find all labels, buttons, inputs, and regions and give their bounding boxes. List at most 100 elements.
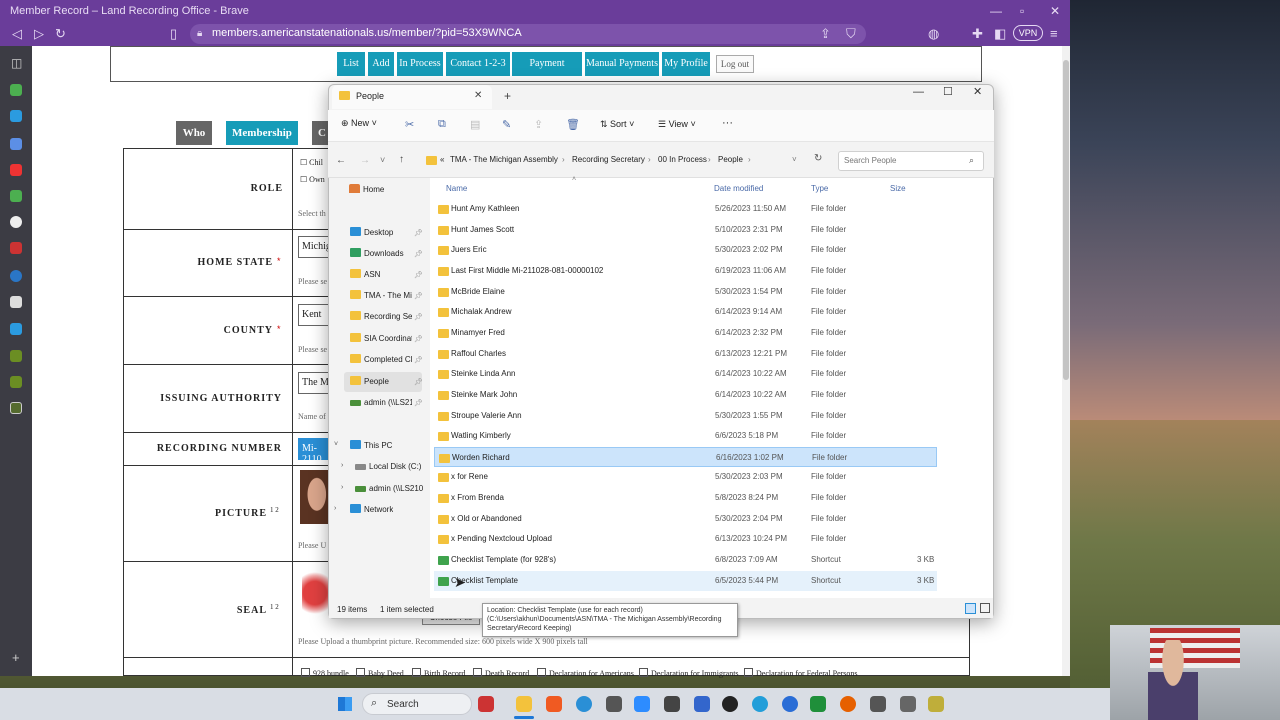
sidebar-add-icon[interactable]: + — [12, 650, 20, 665]
new-button[interactable]: ⊕ New ˅ — [341, 118, 377, 129]
logout-button[interactable]: Log out — [716, 55, 754, 73]
forward-icon[interactable]: ▷ — [34, 26, 44, 42]
app-icon[interactable] — [664, 696, 680, 712]
file-row[interactable]: x Pending Nextcloud Upload 6/13/2023 10:2… — [434, 529, 937, 549]
sidebar-app-icon[interactable] — [10, 376, 22, 388]
sidebar-app-icon[interactable] — [10, 190, 22, 202]
delete-icon[interactable]: 🗑︎ — [566, 118, 580, 131]
nav-item-sia[interactable]: SIA Coordinat — [350, 329, 412, 349]
breadcrumb-item[interactable]: 00 In Process — [658, 155, 707, 164]
sidebar-app-icon[interactable] — [10, 296, 22, 308]
file-row[interactable]: Minamyer Fred 6/14/2023 2:32 PM File folde… — [434, 323, 937, 343]
extension-icon[interactable]: ◍ — [928, 26, 939, 42]
app-icon[interactable] — [870, 696, 886, 712]
zoom-icon[interactable] — [634, 696, 650, 712]
view-button[interactable]: ☰ View ˅ — [658, 119, 696, 130]
nav-in-process-button[interactable]: In Process — [397, 52, 443, 76]
breadcrumb-item[interactable]: TMA - The Michigan Assembly — [450, 155, 558, 164]
share-icon[interactable]: ⇪ — [534, 118, 543, 131]
nav-item-admin-share[interactable]: admin (\\LS21 — [350, 393, 412, 413]
nav-item-tma[interactable]: TMA - The Mi — [350, 286, 412, 306]
app-icon[interactable] — [900, 696, 916, 712]
paste-icon[interactable]: ▤ — [470, 118, 480, 131]
puzzle-icon[interactable]: ✚ — [972, 26, 983, 42]
sidebar-toggle-icon[interactable]: ◧ — [994, 26, 1006, 42]
firefox-icon[interactable] — [840, 696, 856, 712]
scrollbar-thumb[interactable] — [1063, 60, 1069, 380]
app-icon[interactable] — [810, 696, 826, 712]
file-row[interactable]: x From Brenda 5/8/2023 8:24 PM File folder — [434, 488, 937, 508]
taskbar-search[interactable]: ⌕ Search — [362, 693, 472, 715]
bookmark-icon[interactable]: ▯ — [170, 26, 177, 42]
new-tab-icon[interactable]: + — [504, 89, 511, 103]
role-checkbox[interactable]: ☐ Chil — [300, 158, 323, 167]
nav-item-downloads[interactable]: Downloads — [350, 244, 412, 264]
close-tab-icon[interactable]: ✕ — [474, 90, 482, 101]
nav-add-button[interactable]: Add — [368, 52, 394, 76]
widget-icon[interactable] — [478, 696, 494, 712]
chevron-right-icon[interactable]: › — [341, 462, 343, 469]
share-icon[interactable]: ⇪ — [820, 26, 831, 42]
maximize-icon[interactable]: ☐ — [943, 85, 953, 98]
up-icon[interactable]: ↑ — [399, 154, 404, 165]
doc-checkbox[interactable]: Death Record — [473, 668, 529, 678]
tab-who[interactable]: Who — [176, 121, 212, 145]
nav-item-this-pc[interactable]: This PC — [350, 436, 392, 456]
brave-icon[interactable] — [546, 696, 562, 712]
recent-icon[interactable]: ˅ — [380, 155, 385, 165]
vpn-button[interactable]: VPN — [1013, 25, 1043, 41]
doc-checkbox[interactable]: Declaration for Americans — [537, 668, 634, 678]
chevron-right-icon[interactable]: › — [334, 505, 336, 512]
nav-item-desktop[interactable]: Desktop — [350, 223, 412, 243]
nav-list-button[interactable]: List — [337, 52, 365, 76]
doc-checkbox[interactable]: Birth Record — [412, 668, 466, 678]
search-input[interactable]: Search People ⌕ — [838, 151, 984, 171]
file-row[interactable]: Checklist Template (for 928's) 6/8/2023 7… — [434, 550, 937, 570]
close-icon[interactable]: ✕ — [973, 85, 982, 98]
back-icon[interactable]: ← — [336, 155, 346, 166]
nav-item-local-disk[interactable]: Local Disk (C:) — [355, 457, 423, 477]
minimize-icon[interactable]: — — [913, 86, 924, 98]
file-row[interactable]: Checklist Template 6/5/2023 5:44 PM Shortc… — [434, 571, 937, 591]
minimize-icon[interactable]: — — [990, 4, 1002, 18]
file-row[interactable]: Worden Richard 6/16/2023 1:02 PM File fold… — [434, 447, 937, 467]
file-row[interactable]: Raffoul Charles 6/13/2023 12:21 PM File fo… — [434, 344, 937, 364]
breadcrumb-item[interactable]: People — [718, 155, 743, 164]
app-icon[interactable] — [606, 696, 622, 712]
sort-button[interactable]: ⇅ Sort ˅ — [600, 119, 634, 130]
column-header-date[interactable]: Date modified — [714, 184, 763, 193]
nav-item-completed[interactable]: Completed Cl — [350, 350, 412, 370]
maximize-icon[interactable]: ▫ — [1020, 4, 1024, 18]
file-row[interactable]: x for Rene 5/30/2023 2:03 PM File folder — [434, 467, 937, 487]
doc-checkbox[interactable]: Declaration for Federal Persons — [744, 668, 858, 678]
telegram-icon[interactable] — [752, 696, 768, 712]
nav-payment-records-button[interactable]: Payment Records — [512, 52, 582, 93]
chevron-down-icon[interactable]: ˅ — [334, 441, 338, 448]
sidebar-app-icon[interactable] — [10, 110, 22, 122]
close-icon[interactable]: ✕ — [1050, 4, 1060, 18]
menu-icon[interactable]: ≡ — [1050, 26, 1058, 41]
file-row[interactable]: Michalak Andrew 6/14/2023 9:14 AM File fol… — [434, 302, 937, 322]
back-icon[interactable]: ◁ — [12, 26, 22, 42]
column-header-type[interactable]: Type — [811, 184, 828, 193]
nav-item-network[interactable]: Network — [350, 500, 393, 520]
app-icon[interactable] — [694, 696, 710, 712]
file-row[interactable]: Steinke Mark John 6/14/2023 10:22 AM File … — [434, 385, 937, 405]
gmail-icon[interactable] — [10, 242, 22, 254]
windows-start-icon[interactable] — [338, 697, 352, 711]
url-text[interactable]: members.americanstatenationals.us/member… — [212, 27, 522, 39]
chevron-down-icon[interactable]: ˅ — [792, 155, 797, 164]
tiles-view-icon[interactable] — [980, 603, 990, 613]
sidebar-app-icon[interactable] — [10, 138, 22, 150]
file-row[interactable]: Hunt James Scott 5/10/2023 2:31 PM File fo… — [434, 220, 937, 240]
file-row[interactable]: Hunt Amy Kathleen 5/26/2023 11:50 AM File … — [434, 199, 937, 219]
nav-item-home[interactable]: Home — [349, 180, 384, 200]
details-view-icon[interactable] — [965, 603, 976, 614]
youtube-icon[interactable] — [10, 164, 22, 176]
file-row[interactable]: Stroupe Valerie Ann 5/30/2023 1:55 PM File… — [434, 406, 937, 426]
tab-membership[interactable]: Membership — [226, 121, 298, 145]
doc-checkbox[interactable]: Declaration for Immigrants — [639, 668, 739, 678]
refresh-icon[interactable]: ↻ — [814, 153, 822, 164]
breadcrumb-item[interactable]: Recording Secretary — [572, 155, 645, 164]
column-header-size[interactable]: Size — [890, 184, 906, 193]
